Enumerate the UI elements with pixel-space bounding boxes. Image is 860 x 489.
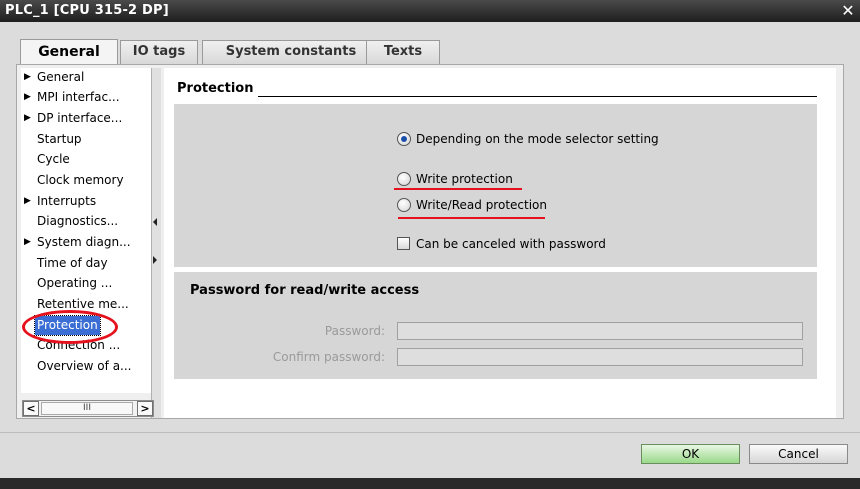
annotation-underline [398, 217, 545, 219]
ok-button[interactable]: OK [641, 444, 740, 464]
tab-io-tags[interactable]: IO tags [120, 40, 198, 64]
close-icon[interactable]: ✕ [839, 2, 857, 20]
tab-texts[interactable]: Texts [366, 40, 440, 64]
section-title-protection: Protection [177, 81, 260, 96]
radio-icon[interactable] [397, 198, 411, 212]
confirm-password-input[interactable] [397, 348, 803, 366]
scroll-left-button[interactable]: < [23, 401, 39, 416]
annotation-circle [22, 310, 118, 344]
window-title: PLC_1 [CPU 315-2 DP] [5, 3, 169, 18]
nav-horizontal-scrollbar[interactable]: < III > [22, 400, 154, 417]
radio-icon[interactable] [397, 172, 411, 186]
collapse-left-icon[interactable] [153, 218, 157, 226]
tab-system-constants[interactable]: System constants [202, 40, 380, 64]
confirm-password-label: Confirm password: [272, 350, 385, 364]
password-section-title: Password for read/write access [190, 283, 420, 298]
footer-divider [0, 432, 860, 433]
expand-arrow-icon: ▶ [24, 92, 31, 102]
section-divider [258, 96, 817, 97]
password-label: Password: [324, 324, 385, 338]
scroll-thumb[interactable]: III [41, 402, 133, 415]
tab-general[interactable]: General [20, 39, 118, 65]
radio-selected-icon[interactable] [397, 132, 411, 146]
scroll-right-button[interactable]: > [137, 401, 153, 416]
expand-arrow-icon: ▶ [24, 113, 31, 123]
expand-right-icon[interactable] [153, 256, 157, 264]
expand-arrow-icon: ▶ [24, 72, 31, 82]
password-input[interactable] [397, 322, 803, 340]
cancel-button[interactable]: Cancel [749, 444, 848, 464]
annotation-underline [394, 188, 522, 190]
expand-arrow-icon: ▶ [24, 237, 31, 247]
title-bar: PLC_1 [CPU 315-2 DP] ✕ [0, 0, 860, 22]
nav-splitter[interactable] [151, 68, 161, 418]
nav-tree: ▶ General ▶ MPI interfac... ▶ DP interface.… [21, 68, 151, 393]
window-bottom-edge [0, 478, 860, 489]
checkbox-icon[interactable] [397, 237, 410, 250]
expand-arrow-icon: ▶ [24, 196, 31, 206]
